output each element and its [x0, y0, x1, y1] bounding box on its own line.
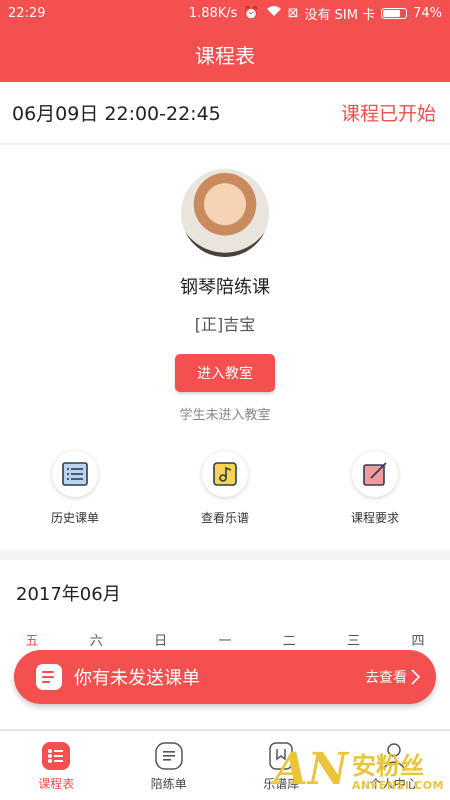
student-name: [正]吉宝	[194, 315, 256, 334]
history-lessons-action[interactable]: 历史课单	[15, 451, 135, 526]
weekday-label: 六	[89, 634, 103, 649]
watermark-en: ANFENSI.COM	[351, 779, 444, 792]
weekday-label: 二	[282, 634, 296, 649]
tab-schedule[interactable]: 课程表	[0, 731, 113, 800]
pen-note-icon	[352, 451, 398, 497]
view-link[interactable]: 去查看	[365, 667, 420, 687]
chevron-right-icon	[411, 669, 420, 685]
network-speed: 1.88K/s	[188, 5, 238, 21]
watermark-logo: AN	[273, 744, 348, 795]
course-name: 钢琴陪练课	[180, 277, 270, 298]
calendar: 2017年06月 五 六 日 一 二 三 四	[0, 560, 450, 730]
wifi-icon	[266, 5, 282, 21]
unsent-lessons-banner[interactable]: 你有未发送课单 去查看	[14, 650, 436, 704]
site-watermark: AN 安粉丝 ANFENSI.COM	[273, 744, 444, 795]
course-requirements-action[interactable]: 课程要求	[315, 451, 435, 526]
calendar-month: 2017年06月	[16, 584, 121, 605]
weekday-label: 一	[218, 634, 232, 649]
list-icon	[52, 451, 98, 497]
sim-icon: ⊠	[287, 5, 299, 21]
enter-hint: 学生未进入教室	[179, 408, 271, 423]
status-time: 22:29	[8, 5, 46, 21]
watermark-text: 安粉丝 ANFENSI.COM	[352, 753, 444, 792]
date-row[interactable]	[0, 716, 450, 730]
lesson-header: 06月09日 22:00-22:45 课程已开始	[0, 82, 450, 144]
music-note-icon	[202, 451, 248, 497]
alarm-icon: ⏰	[243, 5, 260, 21]
battery-icon	[381, 7, 408, 19]
view-link-label: 去查看	[365, 670, 407, 686]
view-score-action[interactable]: 查看乐谱	[165, 451, 285, 526]
weekday-label: 五	[25, 634, 39, 649]
tab-practice-sheet[interactable]: 陪练单	[113, 731, 226, 800]
history-lessons-label: 历史课单	[50, 511, 99, 525]
watermark-cn: 安粉丝	[351, 752, 424, 780]
course-requirements-label: 课程要求	[350, 511, 399, 525]
lesson-card: 钢琴陪练课 [正]吉宝 进入教室 学生未进入教室 历史课单 查看乐谱 课程要求	[0, 145, 450, 550]
schedule-icon	[41, 741, 71, 771]
weekday-row: 五 六 日 一 二 三 四	[12, 630, 438, 649]
tab-schedule-label: 课程表	[38, 777, 75, 791]
weekday-label: 四	[411, 634, 425, 649]
status-right: 1.88K/s ⏰ ⊠ 没有 SIM 卡 74%	[189, 4, 442, 23]
sim-text: 没有 SIM 卡	[304, 7, 376, 23]
status-bar: 22:29 1.88K/s ⏰ ⊠ 没有 SIM 卡 74%	[0, 0, 450, 26]
weekday-label: 三	[347, 634, 361, 649]
document-icon	[154, 741, 184, 771]
app-bar: 课程表	[0, 26, 450, 82]
lesson-status: 课程已开始	[340, 103, 436, 125]
view-score-label: 查看乐谱	[200, 511, 249, 525]
student-avatar	[181, 169, 269, 257]
note-icon	[36, 664, 62, 690]
enter-classroom-button[interactable]: 进入教室	[175, 354, 275, 392]
page-title: 课程表	[195, 43, 255, 68]
lesson-datetime: 06月09日 22:00-22:45	[12, 103, 221, 125]
battery-level: 74%	[413, 5, 442, 21]
weekday-label: 日	[154, 634, 168, 649]
unsent-lessons-text: 你有未发送课单	[74, 668, 200, 689]
tab-practice-sheet-label: 陪练单	[150, 777, 187, 791]
